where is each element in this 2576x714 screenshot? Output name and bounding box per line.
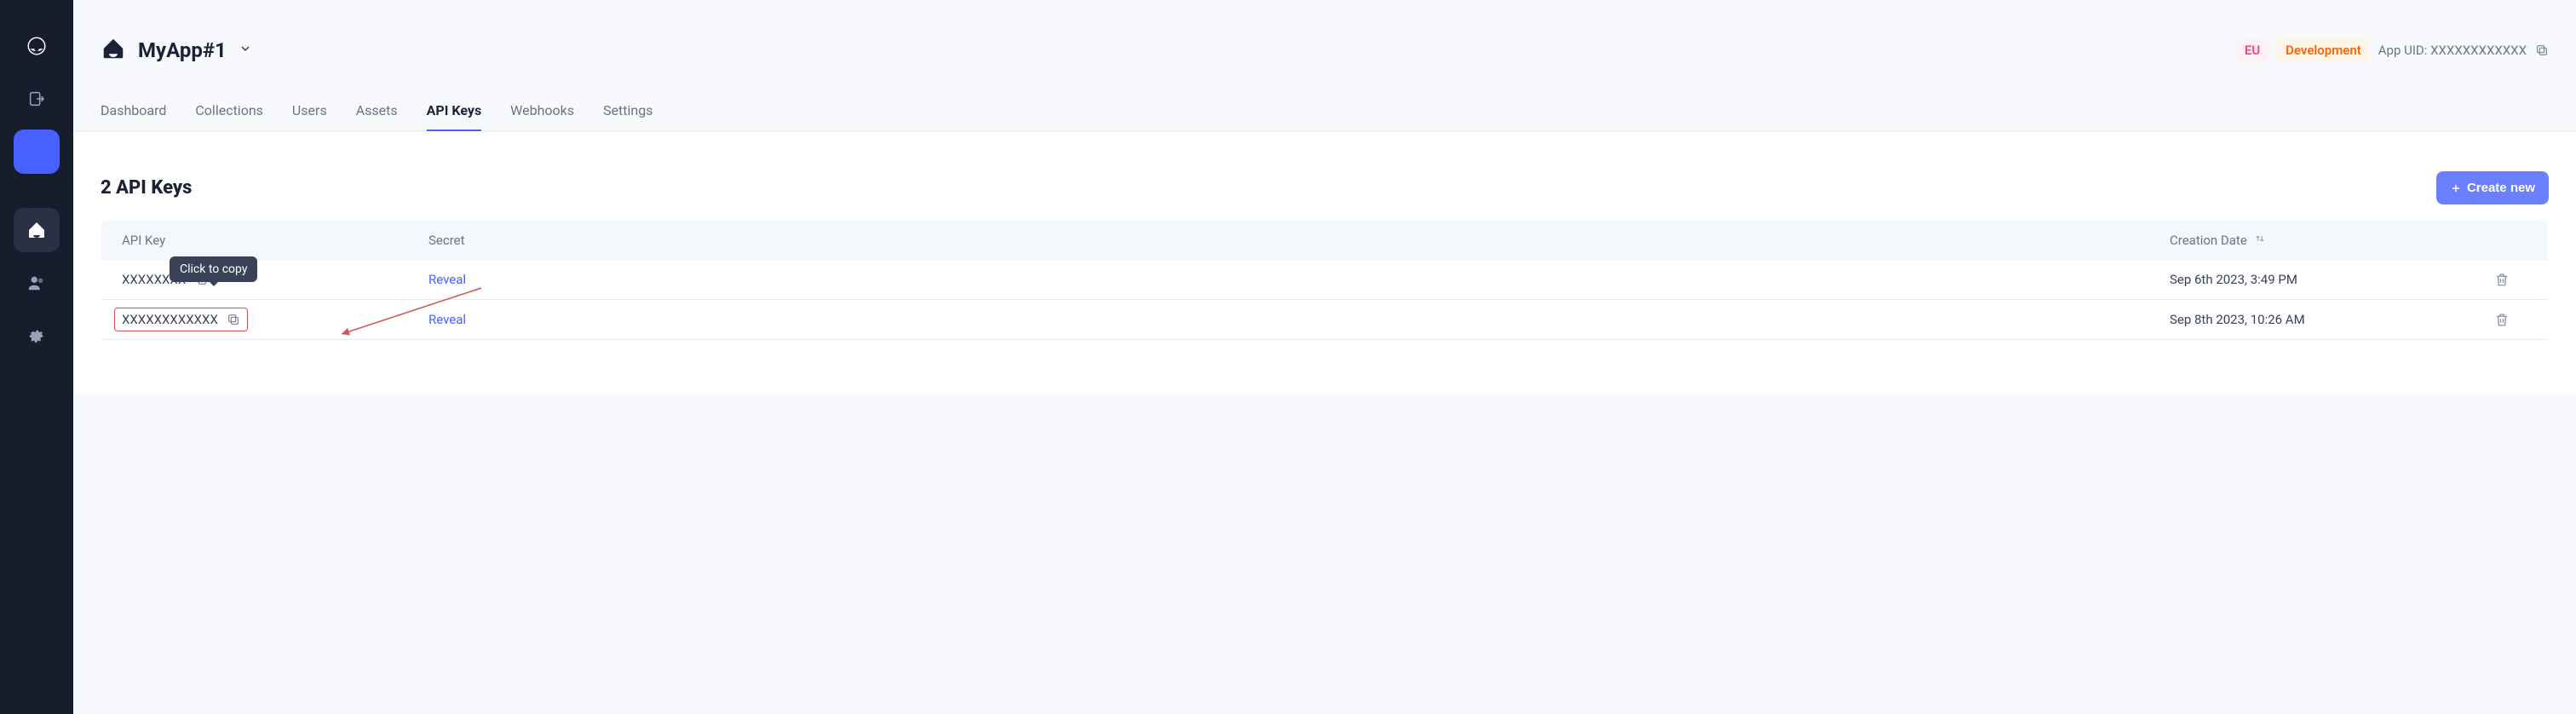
- created-date: Sep 8th 2023, 10:26 AM: [2170, 312, 2476, 327]
- app-uid-label: App UID:: [2378, 43, 2428, 58]
- tab-settings[interactable]: Settings: [603, 102, 653, 130]
- th-api-key: API Key: [122, 233, 428, 248]
- app-name: MyApp#1: [138, 38, 227, 62]
- delete-row-button[interactable]: [2476, 312, 2527, 327]
- th-secret: Secret: [428, 233, 2170, 248]
- app-uid-value: XXXXXXXXXXXX: [2430, 43, 2527, 58]
- th-created-label: Creation Date: [2170, 233, 2247, 248]
- chevron-down-icon: [239, 42, 252, 59]
- create-new-label: Create new: [2467, 181, 2535, 195]
- api-key-cell[interactable]: XXXXXXXXClick to copy: [122, 272, 428, 287]
- region-badge: EU: [2236, 39, 2268, 61]
- nav-home-icon[interactable]: [14, 208, 60, 252]
- main: MyApp#1 EU Development App UID: XXXXXXXX…: [73, 0, 2576, 392]
- tab-users[interactable]: Users: [292, 102, 327, 130]
- table-header: API Key Secret Creation Date: [101, 221, 2548, 260]
- tab-collections[interactable]: Collections: [195, 102, 263, 130]
- copy-tooltip: Click to copy: [170, 256, 257, 282]
- sort-icon: [2254, 233, 2266, 248]
- secret-cell: Reveal: [428, 272, 2170, 287]
- tab-api-keys[interactable]: API Keys: [427, 102, 482, 130]
- content: 2 API Keys Create new API Key Secret Cre…: [73, 131, 2576, 392]
- table-row: XXXXXXXXXXXX Reveal Sep 8th 2023, 10:26 AM: [101, 300, 2548, 340]
- nav-app-icon[interactable]: [14, 130, 60, 174]
- copy-uid-icon[interactable]: [2535, 43, 2549, 57]
- brand-logo-icon[interactable]: [14, 24, 60, 68]
- env-badge: Development: [2277, 39, 2370, 61]
- section-title: 2 API Keys: [101, 177, 192, 199]
- api-keys-table: API Key Secret Creation Date XXXXXXXXCli…: [101, 220, 2549, 341]
- tab-assets[interactable]: Assets: [356, 102, 398, 130]
- nav-settings-icon[interactable]: [14, 314, 60, 358]
- app-logo-icon: [101, 36, 126, 65]
- tabs: Dashboard Collections Users Assets API Keys W…: [73, 102, 2576, 131]
- reveal-link[interactable]: Reveal: [428, 312, 466, 327]
- created-date: Sep 6th 2023, 3:49 PM: [2170, 272, 2476, 287]
- table-row: XXXXXXXXClick to copyReveal Sep 6th 2023,…: [101, 260, 2548, 300]
- api-key-value: XXXXXXXXXXXX: [122, 312, 218, 327]
- reveal-link[interactable]: Reveal: [428, 272, 466, 287]
- tab-dashboard[interactable]: Dashboard: [101, 102, 166, 130]
- app-switcher[interactable]: MyApp#1: [101, 36, 252, 65]
- left-rail: [0, 0, 73, 714]
- delete-row-button[interactable]: [2476, 272, 2527, 287]
- nav-users-icon[interactable]: [14, 261, 60, 305]
- api-key-cell[interactable]: XXXXXXXXXXXX: [115, 308, 247, 331]
- th-created[interactable]: Creation Date: [2170, 233, 2476, 248]
- tab-webhooks[interactable]: Webhooks: [510, 102, 574, 130]
- secret-cell: Reveal: [428, 312, 2170, 327]
- header: MyApp#1 EU Development App UID: XXXXXXXX…: [73, 0, 2576, 65]
- exit-icon[interactable]: [14, 77, 60, 121]
- header-right: EU Development App UID: XXXXXXXXXXXX: [2236, 39, 2549, 61]
- app-uid: App UID: XXXXXXXXXXXX: [2378, 43, 2527, 58]
- copy-key-icon[interactable]: [227, 313, 240, 326]
- create-new-button[interactable]: Create new: [2436, 171, 2549, 204]
